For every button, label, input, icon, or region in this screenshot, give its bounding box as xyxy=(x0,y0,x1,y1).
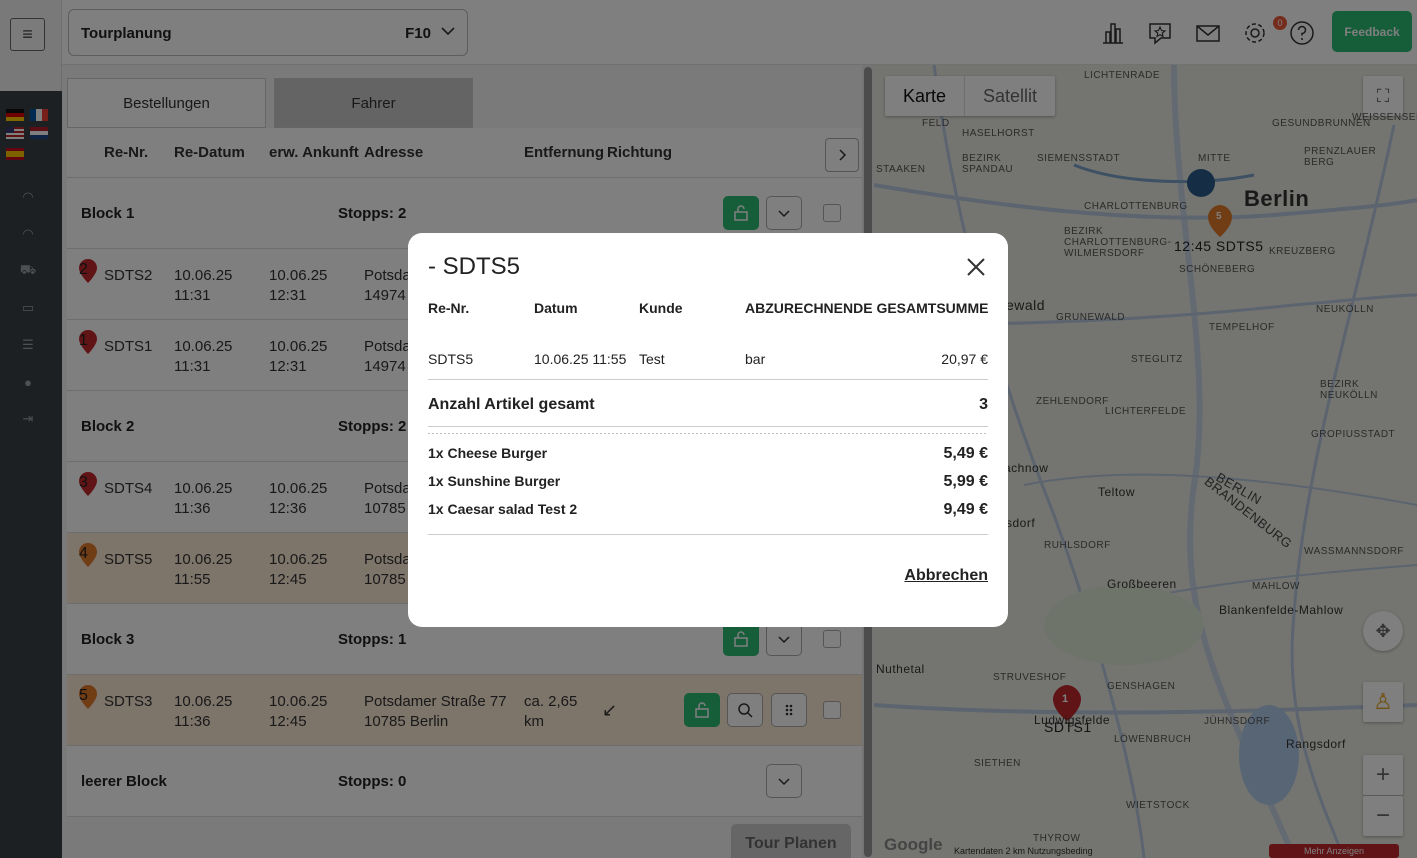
order-customer: Test xyxy=(639,351,665,367)
close-icon[interactable] xyxy=(964,255,988,279)
cancel-button[interactable]: Abbrechen xyxy=(904,567,988,585)
modal-col-total: ABZURECHNENDE GESAMTSUMME xyxy=(745,300,989,316)
item-count-value: 3 xyxy=(979,396,988,413)
order-date: 10.06.25 11:55 xyxy=(534,351,627,367)
divider xyxy=(428,379,988,380)
modal-col-datum: Datum xyxy=(534,300,578,316)
item-price: 5,49 € xyxy=(943,445,988,462)
item-name: 1x Caesar salad Test 2 xyxy=(428,501,578,517)
modal-col-kunde: Kunde xyxy=(639,300,683,316)
divider xyxy=(428,534,988,535)
item-price: 5,99 € xyxy=(943,473,988,490)
item-price: 9,49 € xyxy=(943,501,988,518)
item-name: 1x Sunshine Burger xyxy=(428,473,561,489)
modal-title: - SDTS5 xyxy=(428,253,521,280)
order-nr: SDTS5 xyxy=(428,351,474,367)
item-count-label: Anzahl Artikel gesamt xyxy=(428,396,595,413)
divider xyxy=(428,426,988,427)
item-name: 1x Cheese Burger xyxy=(428,445,548,461)
modal-col-re-nr: Re-Nr. xyxy=(428,300,470,316)
order-payment: bar xyxy=(745,351,766,367)
order-total: 20,97 € xyxy=(941,351,988,367)
divider-dotted xyxy=(428,433,988,434)
order-detail-modal: - SDTS5 Re-Nr. Datum Kunde ABZURECHNENDE… xyxy=(408,233,1008,627)
